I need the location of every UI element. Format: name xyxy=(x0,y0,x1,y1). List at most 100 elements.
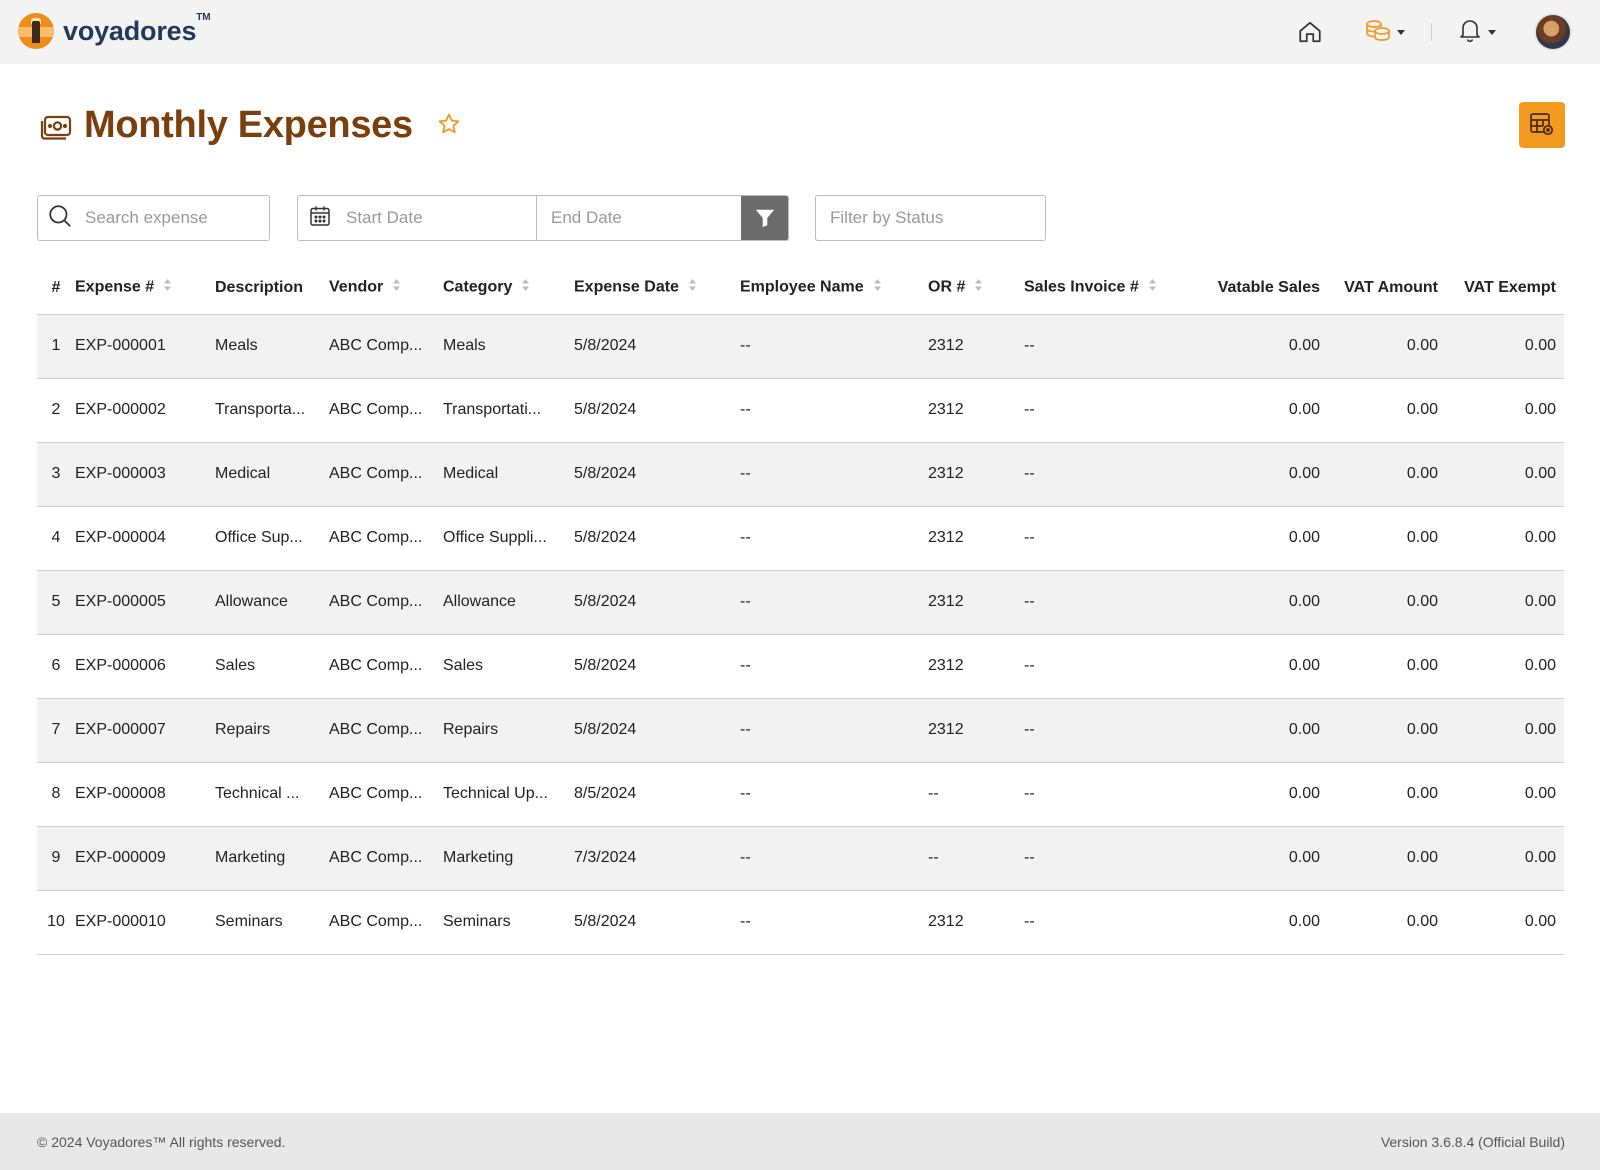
status-filter-select[interactable]: Filter by Status xyxy=(815,195,1046,241)
table-row[interactable]: 6 EXP-000006 Sales ABC Comp... Sales 5/8/2024… xyxy=(37,634,1564,699)
cell-vat-amount: 0.00 xyxy=(1328,762,1446,827)
search-input[interactable] xyxy=(85,208,255,228)
col-header-sales-invoice[interactable]: Sales Invoice # xyxy=(1024,262,1204,315)
cell-expense-date: 7/3/2024 xyxy=(574,826,740,891)
coins-dropdown[interactable] xyxy=(1365,18,1405,47)
table-row[interactable]: 4 EXP-000004 Office Sup... ABC Comp... Offic… xyxy=(37,506,1564,571)
cell-vatable-sales: 0.00 xyxy=(1204,698,1328,763)
cell-vatable-sales: 0.00 xyxy=(1204,442,1328,507)
brand-trademark: TM xyxy=(196,11,211,23)
col-header-expense-number[interactable]: Expense # xyxy=(75,262,215,315)
cell-sales-invoice: -- xyxy=(1024,442,1204,507)
filter-icon xyxy=(754,207,776,232)
table-row[interactable]: 1 EXP-000001 Meals ABC Comp... Meals 5/8/2024… xyxy=(37,314,1564,379)
cell-sales-invoice: -- xyxy=(1024,762,1204,827)
cell-category: Technical Up... xyxy=(443,762,574,827)
cell-employee-name: -- xyxy=(740,762,928,827)
cell-employee-name: -- xyxy=(740,634,928,699)
status-filter-placeholder: Filter by Status xyxy=(830,208,944,227)
col-header-employee-name[interactable]: Employee Name xyxy=(740,262,928,315)
table-row[interactable]: 10 EXP-000010 Seminars ABC Comp... Seminars 5… xyxy=(37,890,1564,955)
date-divider xyxy=(536,196,537,240)
sort-icon[interactable] xyxy=(392,278,401,297)
col-header-index: # xyxy=(37,262,75,315)
cell-employee-name: -- xyxy=(740,442,928,507)
cell-vat-exempt: 0.00 xyxy=(1446,378,1564,443)
cell-vendor: ABC Comp... xyxy=(329,826,443,891)
page-title: Monthly Expenses xyxy=(84,104,413,146)
cell-index: 6 xyxy=(37,634,75,699)
cell-index: 5 xyxy=(37,570,75,635)
export-table-button[interactable] xyxy=(1519,102,1565,148)
cell-category: Sales xyxy=(443,634,574,699)
col-header-category[interactable]: Category xyxy=(443,262,574,315)
lighthouse-logo-icon xyxy=(18,13,54,49)
col-header-description: Description xyxy=(215,262,329,315)
cell-or-number: 2312 xyxy=(928,506,1024,571)
table-row[interactable]: 5 EXP-000005 Allowance ABC Comp... Allowance… xyxy=(37,570,1564,635)
cell-expense-date: 5/8/2024 xyxy=(574,890,740,955)
end-date-input[interactable] xyxy=(551,208,741,228)
cell-or-number: 2312 xyxy=(928,698,1024,763)
cell-employee-name: -- xyxy=(740,506,928,571)
cell-employee-name: -- xyxy=(740,890,928,955)
apply-filter-button[interactable] xyxy=(741,196,788,240)
sort-icon[interactable] xyxy=(873,278,882,297)
cell-vat-exempt: 0.00 xyxy=(1446,698,1564,763)
cell-expense-number: EXP-000002 xyxy=(75,378,215,443)
table-row[interactable]: 8 EXP-000008 Technical ... ABC Comp... Techn… xyxy=(37,762,1564,827)
cell-expense-number: EXP-000009 xyxy=(75,826,215,891)
cell-vat-amount: 0.00 xyxy=(1328,442,1446,507)
cell-category: Medical xyxy=(443,442,574,507)
sort-icon[interactable] xyxy=(163,278,172,297)
cell-vendor: ABC Comp... xyxy=(329,506,443,571)
start-date-input[interactable] xyxy=(346,208,536,228)
cell-category: Office Suppli... xyxy=(443,506,574,571)
col-header-vat-exempt: VAT Exempt xyxy=(1446,262,1564,315)
cell-category: Allowance xyxy=(443,570,574,635)
search-box xyxy=(37,195,270,241)
table-row[interactable]: 7 EXP-000007 Repairs ABC Comp... Repairs 5/8/… xyxy=(37,698,1564,763)
cell-or-number: -- xyxy=(928,826,1024,891)
cell-expense-number: EXP-000005 xyxy=(75,570,215,635)
bell-icon xyxy=(1458,17,1482,48)
cell-vat-amount: 0.00 xyxy=(1328,698,1446,763)
cell-expense-number: EXP-000008 xyxy=(75,762,215,827)
col-header-or-number[interactable]: OR # xyxy=(928,262,1024,315)
cell-category: Marketing xyxy=(443,826,574,891)
table-row[interactable]: 3 EXP-000003 Medical ABC Comp... Medical 5/8/… xyxy=(37,442,1564,507)
calendar-icon[interactable] xyxy=(308,204,332,233)
cell-employee-name: -- xyxy=(740,314,928,379)
cell-index: 8 xyxy=(37,762,75,827)
cell-category: Repairs xyxy=(443,698,574,763)
home-icon[interactable] xyxy=(1297,19,1323,45)
cell-vat-amount: 0.00 xyxy=(1328,506,1446,571)
cell-sales-invoice: -- xyxy=(1024,314,1204,379)
table-export-icon xyxy=(1529,112,1555,139)
table-row[interactable]: 2 EXP-000002 Transporta... ABC Comp... Trans… xyxy=(37,378,1564,443)
star-icon[interactable] xyxy=(437,112,461,141)
expenses-table: # Expense # Description Vendor Category … xyxy=(37,262,1564,955)
sort-icon[interactable] xyxy=(521,278,530,297)
cell-index: 3 xyxy=(37,442,75,507)
cell-description: Technical ... xyxy=(215,762,329,827)
cell-description: Seminars xyxy=(215,890,329,955)
cell-index: 4 xyxy=(37,506,75,571)
table-row[interactable]: 9 EXP-000009 Marketing ABC Comp... Marketing… xyxy=(37,826,1564,891)
brand-name: voyadoresTM xyxy=(63,11,211,46)
cell-sales-invoice: -- xyxy=(1024,570,1204,635)
col-header-expense-date[interactable]: Expense Date xyxy=(574,262,740,315)
sort-icon[interactable] xyxy=(688,278,697,297)
cell-description: Office Sup... xyxy=(215,506,329,571)
cell-description: Sales xyxy=(215,634,329,699)
cell-description: Meals xyxy=(215,314,329,379)
notifications-dropdown[interactable] xyxy=(1458,17,1496,48)
cell-index: 2 xyxy=(37,378,75,443)
cell-expense-number: EXP-000004 xyxy=(75,506,215,571)
brand[interactable]: voyadoresTM xyxy=(18,11,211,49)
sort-icon[interactable] xyxy=(1148,278,1157,297)
avatar[interactable] xyxy=(1534,13,1572,51)
col-header-vendor[interactable]: Vendor xyxy=(329,262,443,315)
cell-sales-invoice: -- xyxy=(1024,698,1204,763)
sort-icon[interactable] xyxy=(974,278,983,297)
